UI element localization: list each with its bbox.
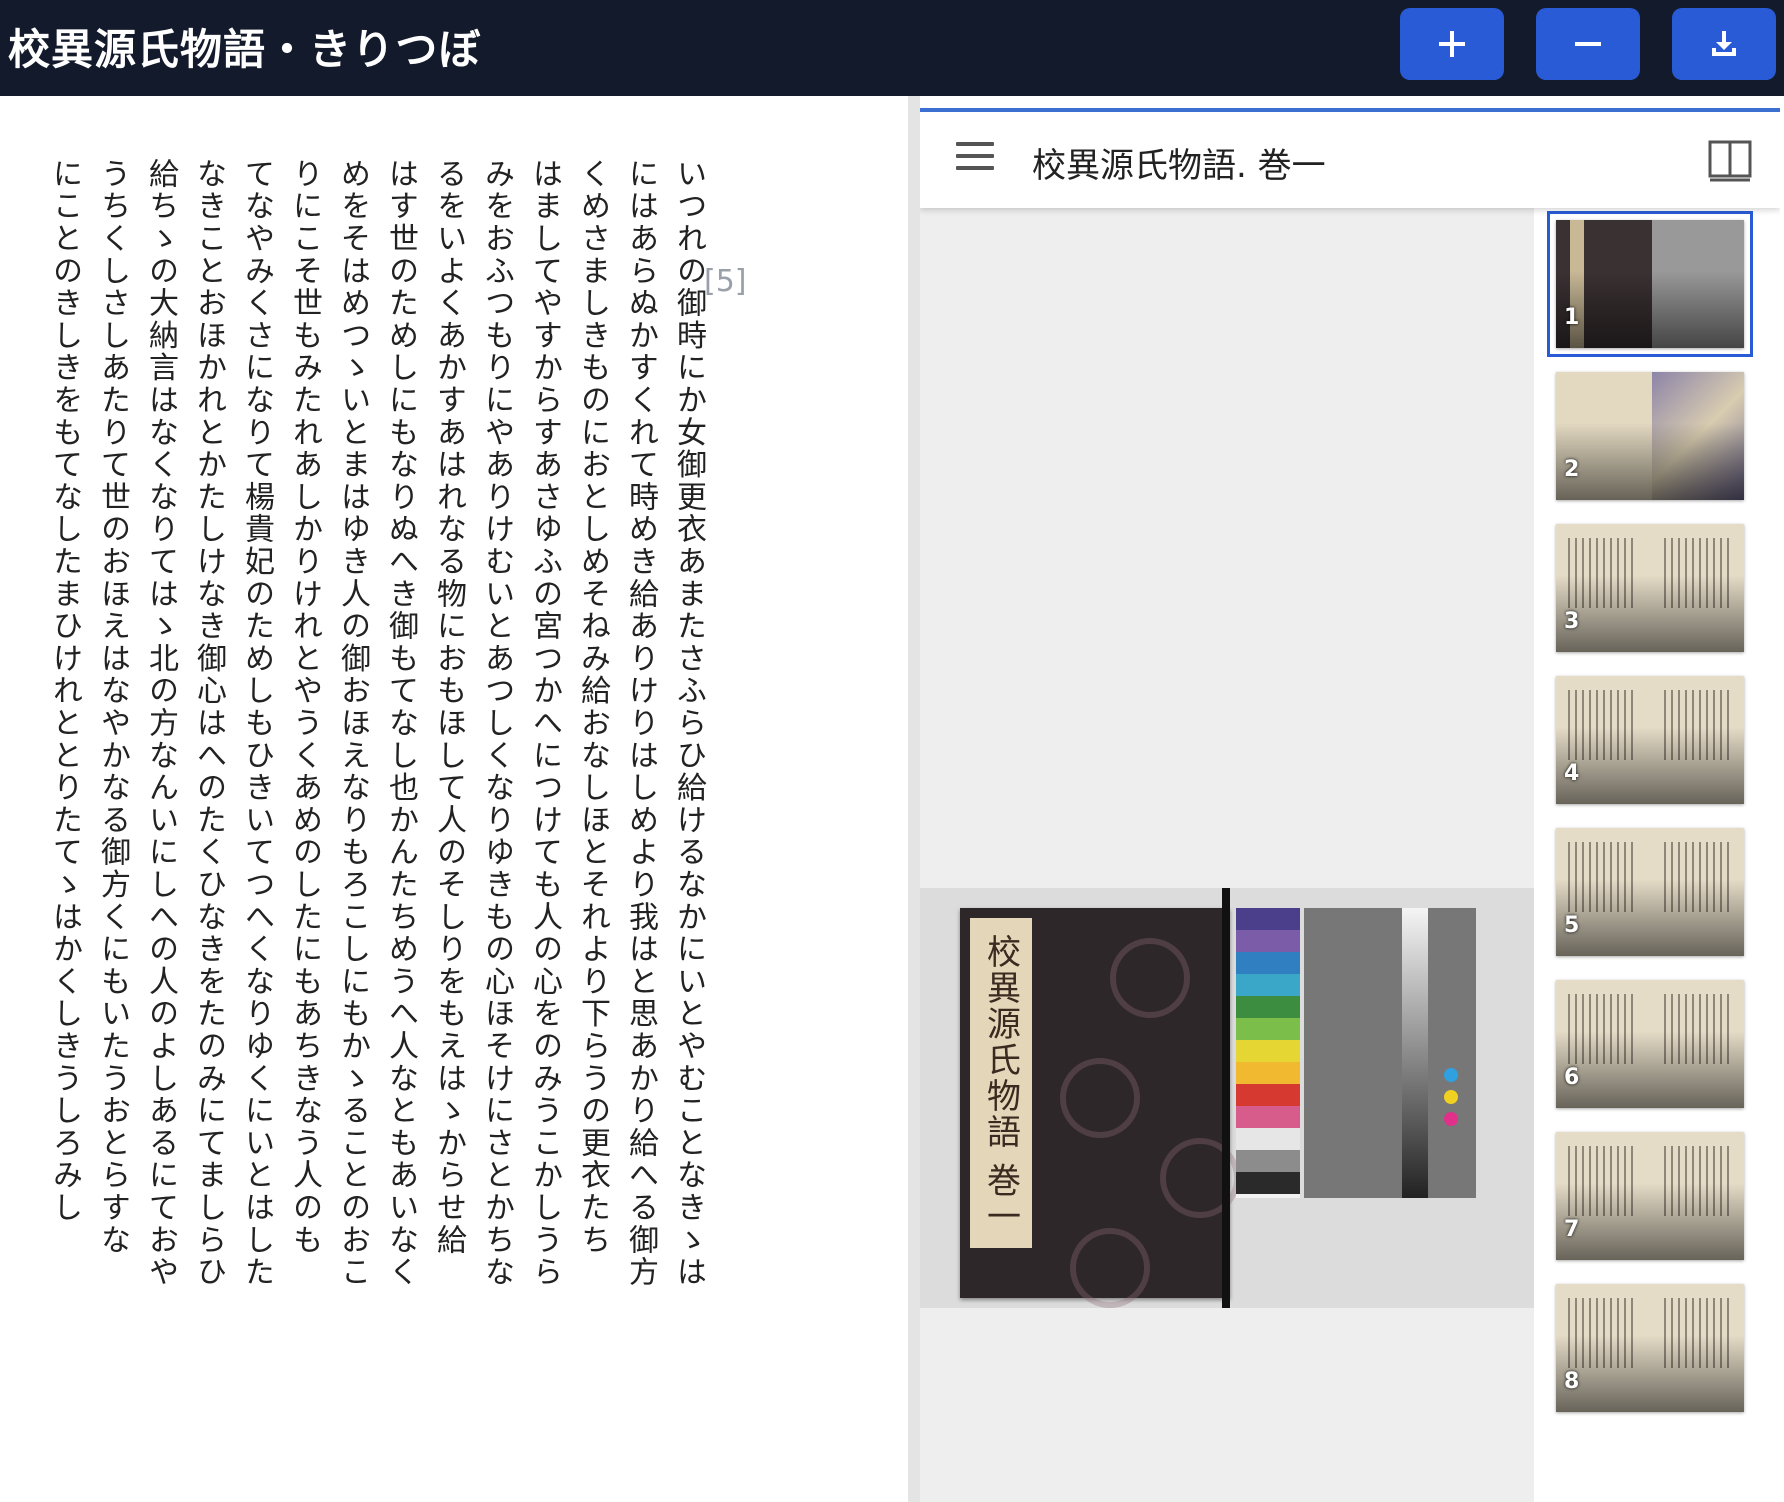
color-patch — [1236, 1062, 1300, 1084]
thumbnail-number: 4 — [1564, 761, 1580, 786]
text-column: いつれの御時にか女御更衣あまたさふらひ給けるなかにいとやむことなきゝは — [671, 158, 706, 1289]
app-bar: 校異源氏物語・きりつぼ — [0, 0, 1784, 96]
page-thumbnail[interactable]: 8 — [1556, 1284, 1744, 1412]
zoom-out-button[interactable] — [1536, 8, 1640, 80]
page-thumbnail[interactable]: 7 — [1556, 1132, 1744, 1260]
thumbnail-number: 1 — [1564, 305, 1580, 330]
cover-title: 校異源氏物語 巻一 — [980, 934, 1021, 1235]
book-view-icon[interactable] — [1708, 138, 1752, 182]
text-column: 給ちゝの大納言はなくなりてはゝ北の方なんいにしへの人のよしあるにておや — [143, 158, 178, 1289]
plus-icon — [1439, 31, 1465, 57]
text-column: なきことおほかれとかたしけなき御心はへのたくひなきをたのみにてましらひ — [191, 158, 226, 1289]
thumbnail-number: 2 — [1564, 457, 1580, 482]
color-patch — [1236, 1018, 1300, 1040]
color-patch — [1236, 1128, 1300, 1150]
app-title: 校異源氏物語・きりつぼ — [8, 25, 482, 74]
color-patch — [1236, 952, 1300, 974]
thumbnail-number: 7 — [1564, 1217, 1580, 1242]
color-patch — [1236, 1084, 1300, 1106]
minus-icon — [1575, 42, 1601, 46]
page-thumbnail[interactable]: 3 — [1556, 524, 1744, 652]
text-column: にはあらぬかすくれて時めき給ありけりはしめより我はと思あかり給へる御方 — [623, 158, 658, 1289]
page-thumbnail[interactable]: 1 — [1547, 211, 1753, 357]
image-viewer: 校異源氏物語. 巻一 校異源氏物語 巻一 1 2 3 4 5 6 7 8 — [920, 108, 1780, 1502]
text-column: みをおふつもりにやありけむいとあつしくなりゆきもの心ほそけにさとかちな — [479, 158, 514, 1289]
download-button[interactable] — [1672, 8, 1776, 80]
page-thumbnail[interactable]: 6 — [1556, 980, 1744, 1108]
zoom-in-button[interactable] — [1400, 8, 1504, 80]
color-patch — [1236, 974, 1300, 996]
page-thumbnail[interactable]: 2 — [1556, 372, 1744, 500]
color-patch — [1236, 1150, 1300, 1172]
color-patch — [1236, 908, 1300, 930]
text-column: りにこそ世もみたれあしかりけれとやうくあめのしたにもあちきなう人のも — [287, 158, 322, 1257]
text-column: くめさましきものにおとしめそねみ給おなしほとそれより下らうの更衣たち — [575, 158, 610, 1257]
gray-scale-chart — [1304, 908, 1476, 1198]
viewer-header: 校異源氏物語. 巻一 — [920, 112, 1780, 208]
thumbnail-number: 6 — [1564, 1065, 1580, 1090]
text-column: てなやみくさになりて楊貴妃のためしもひきいてつへくなりゆくにいとはした — [239, 158, 274, 1289]
vertical-text-body: いつれの御時にか女御更衣あまたさふらひ給けるなかにいとやむことなきゝは にはあらぬ… — [40, 158, 712, 1398]
page-image[interactable]: 校異源氏物語 巻一 — [920, 888, 1534, 1308]
color-patch — [1236, 1106, 1300, 1128]
thumbnail-number: 3 — [1564, 609, 1580, 634]
text-column: うちくしさしあたりて世のおほえはなやかなる御方くにもいたうおとらすな — [95, 158, 130, 1257]
text-column: めをそはめつゝいとまはゆき人の御おほえなりもろこしにもかゝることのおこ — [335, 158, 370, 1289]
color-patch — [1236, 1172, 1300, 1194]
text-column: るをいよくあかすあはれなる物におもほして人のそしりをもえはゝからせ給 — [431, 158, 466, 1257]
text-column: はましてやすからすあさゆふの宮つかへにつけても人の心をのみうこかしうら — [527, 158, 562, 1289]
color-calibration-chart — [1236, 908, 1300, 1198]
download-icon — [1712, 31, 1736, 56]
page-canvas[interactable]: 校異源氏物語 巻一 — [920, 208, 1534, 1502]
thumbnail-number: 8 — [1564, 1369, 1580, 1394]
color-patch — [1236, 930, 1300, 952]
color-patch — [1236, 996, 1300, 1018]
page-thumbnail[interactable]: 5 — [1556, 828, 1744, 956]
text-panel: [5] いつれの御時にか女御更衣あまたさふらひ給けるなかにいとやむことなきゝはに… — [0, 96, 908, 1502]
thumbnail-number: 5 — [1564, 913, 1580, 938]
color-patch — [1236, 1040, 1300, 1062]
book-cover: 校異源氏物語 巻一 — [960, 908, 1240, 1308]
viewer-title: 校異源氏物語. 巻一 — [1032, 146, 1326, 186]
text-column: はす世のためしにもなりぬへき御もてなし也かんたちめうへ人なともあいなく — [383, 158, 418, 1289]
panel-divider[interactable] — [908, 96, 920, 1502]
book-spine — [1222, 888, 1230, 1308]
thumbnail-strip[interactable]: 1 2 3 4 5 6 7 8 — [1534, 208, 1780, 1502]
text-column: にことのきしきをもてなしたまひけれととりたてゝはかくしきうしろみし — [47, 158, 82, 1224]
cover-title-slip: 校異源氏物語 巻一 — [970, 918, 1032, 1248]
hamburger-menu-icon[interactable] — [956, 142, 994, 172]
page-thumbnail[interactable]: 4 — [1556, 676, 1744, 804]
